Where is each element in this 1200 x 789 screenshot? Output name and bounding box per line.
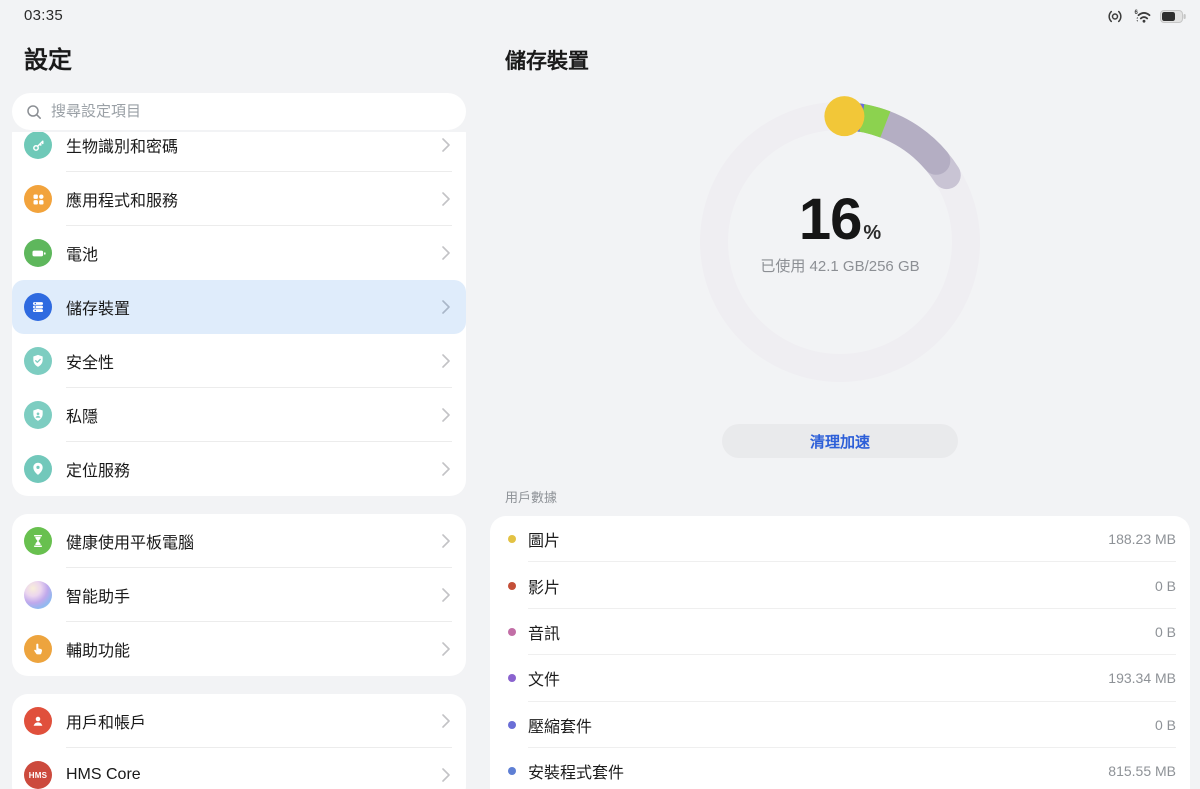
category-label: 影片	[528, 574, 1155, 598]
sidebar-item-label: 用戶和帳戶	[66, 709, 442, 733]
sidebar-item-battery[interactable]: 電池	[12, 226, 466, 280]
battery-setting-icon	[24, 239, 52, 267]
sidebar-item-label: HMS Core	[66, 766, 442, 784]
key-icon	[24, 132, 52, 159]
search-bar[interactable]	[12, 93, 466, 130]
battery-icon	[1160, 9, 1186, 24]
user-data-row-installers: 安裝程式套件 815.55 MB	[490, 748, 1190, 789]
status-time: 03:35	[24, 7, 63, 24]
assistant-sphere-icon	[24, 581, 52, 609]
sidebar-item-assistant[interactable]: 智能助手	[12, 568, 466, 622]
sidebar-group: 用戶和帳戶 HMS HMS Core	[12, 694, 466, 789]
sidebar-item-apps-services[interactable]: 應用程式和服務	[12, 172, 466, 226]
sidebar-item-users-accounts[interactable]: 用戶和帳戶	[12, 694, 466, 748]
sidebar-item-label: 定位服務	[66, 457, 442, 481]
chevron-right-icon	[442, 246, 450, 260]
category-value: 188.23 MB	[1108, 531, 1176, 547]
category-dot	[508, 628, 516, 636]
sidebar-item-label: 生物識別和密碼	[66, 133, 442, 157]
chevron-right-icon	[442, 768, 450, 782]
category-dot	[508, 767, 516, 775]
category-value: 193.34 MB	[1108, 670, 1176, 686]
detail-title: 儲存裝置	[505, 45, 589, 75]
storage-percent: 16	[799, 187, 862, 252]
sidebar-item-storage[interactable]: 儲存裝置	[12, 280, 466, 334]
hms-icon-text: HMS	[29, 771, 47, 780]
sidebar-item-label: 安全性	[66, 349, 442, 373]
chevron-right-icon	[442, 192, 450, 206]
sidebar-item-label: 健康使用平板電腦	[66, 529, 442, 553]
chevron-right-icon	[442, 588, 450, 602]
shield-person-icon	[24, 401, 52, 429]
status-icons: 6	[1106, 8, 1186, 25]
sidebar-item-security[interactable]: 安全性	[12, 334, 466, 388]
sidebar-item-biometrics[interactable]: 生物識別和密碼	[12, 132, 466, 172]
chevron-right-icon	[442, 408, 450, 422]
chevron-right-icon	[442, 714, 450, 728]
user-data-card: 圖片 188.23 MB 影片 0 B 音訊 0 B 文件 193.34 MB …	[490, 516, 1190, 789]
category-dot	[508, 535, 516, 543]
page-title: 設定	[24, 40, 72, 75]
user-data-row-images: 圖片 188.23 MB	[490, 516, 1190, 562]
wifi-icon: 6	[1131, 8, 1153, 25]
storage-icon	[24, 293, 52, 321]
sidebar-item-location[interactable]: 定位服務	[12, 442, 466, 496]
user-data-row-archives: 壓縮套件 0 B	[490, 702, 1190, 748]
location-pin-icon	[24, 455, 52, 483]
category-label: 圖片	[528, 527, 1108, 551]
user-data-row-videos: 影片 0 B	[490, 562, 1190, 608]
search-icon	[26, 104, 42, 120]
sidebar-group: 生物識別和密碼 應用程式和服務 電池	[12, 132, 466, 496]
vibrate-icon	[1106, 8, 1124, 25]
storage-summary: 16% 已使用 42.1 GB/256 GB	[690, 186, 990, 276]
category-dot	[508, 721, 516, 729]
storage-usage-text: 已使用 42.1 GB/256 GB	[690, 255, 990, 276]
user-data-header: 用戶數據	[505, 487, 557, 506]
chevron-right-icon	[442, 642, 450, 656]
category-value: 0 B	[1155, 624, 1176, 640]
category-value: 0 B	[1155, 578, 1176, 594]
chevron-right-icon	[442, 462, 450, 476]
sidebar[interactable]: 生物識別和密碼 應用程式和服務 電池	[12, 132, 466, 789]
category-dot	[508, 582, 516, 590]
sidebar-item-label: 輔助功能	[66, 637, 442, 661]
category-label: 安裝程式套件	[528, 759, 1108, 783]
storage-percent-unit: %	[863, 222, 881, 244]
hand-tap-icon	[24, 635, 52, 663]
sidebar-item-label: 私隱	[66, 403, 442, 427]
sidebar-item-digital-balance[interactable]: 健康使用平板電腦	[12, 514, 466, 568]
category-value: 815.55 MB	[1108, 763, 1176, 779]
chevron-right-icon	[442, 534, 450, 548]
category-value: 0 B	[1155, 717, 1176, 733]
hms-icon: HMS	[24, 761, 52, 789]
sidebar-item-label: 智能助手	[66, 583, 442, 607]
apps-icon	[24, 185, 52, 213]
sidebar-item-accessibility[interactable]: 輔助功能	[12, 622, 466, 676]
chevron-right-icon	[442, 300, 450, 314]
person-icon	[24, 707, 52, 735]
sidebar-item-label: 儲存裝置	[66, 295, 442, 319]
sidebar-item-label: 應用程式和服務	[66, 187, 442, 211]
category-label: 音訊	[528, 620, 1155, 644]
search-input[interactable]	[51, 103, 452, 120]
sidebar-item-privacy[interactable]: 私隱	[12, 388, 466, 442]
user-data-row-documents: 文件 193.34 MB	[490, 655, 1190, 701]
clean-accelerate-button[interactable]: 清理加速	[722, 424, 958, 458]
category-label: 文件	[528, 666, 1108, 690]
ring-segment-images	[824, 96, 864, 136]
user-data-row-audio: 音訊 0 B	[490, 609, 1190, 655]
shield-check-icon	[24, 347, 52, 375]
category-label: 壓縮套件	[528, 713, 1155, 737]
sidebar-item-hms-core[interactable]: HMS HMS Core	[12, 748, 466, 789]
category-dot	[508, 674, 516, 682]
hourglass-icon	[24, 527, 52, 555]
chevron-right-icon	[442, 354, 450, 368]
sidebar-item-label: 電池	[66, 241, 442, 265]
chevron-right-icon	[442, 138, 450, 152]
sidebar-group: 健康使用平板電腦 智能助手 輔助功能	[12, 514, 466, 676]
